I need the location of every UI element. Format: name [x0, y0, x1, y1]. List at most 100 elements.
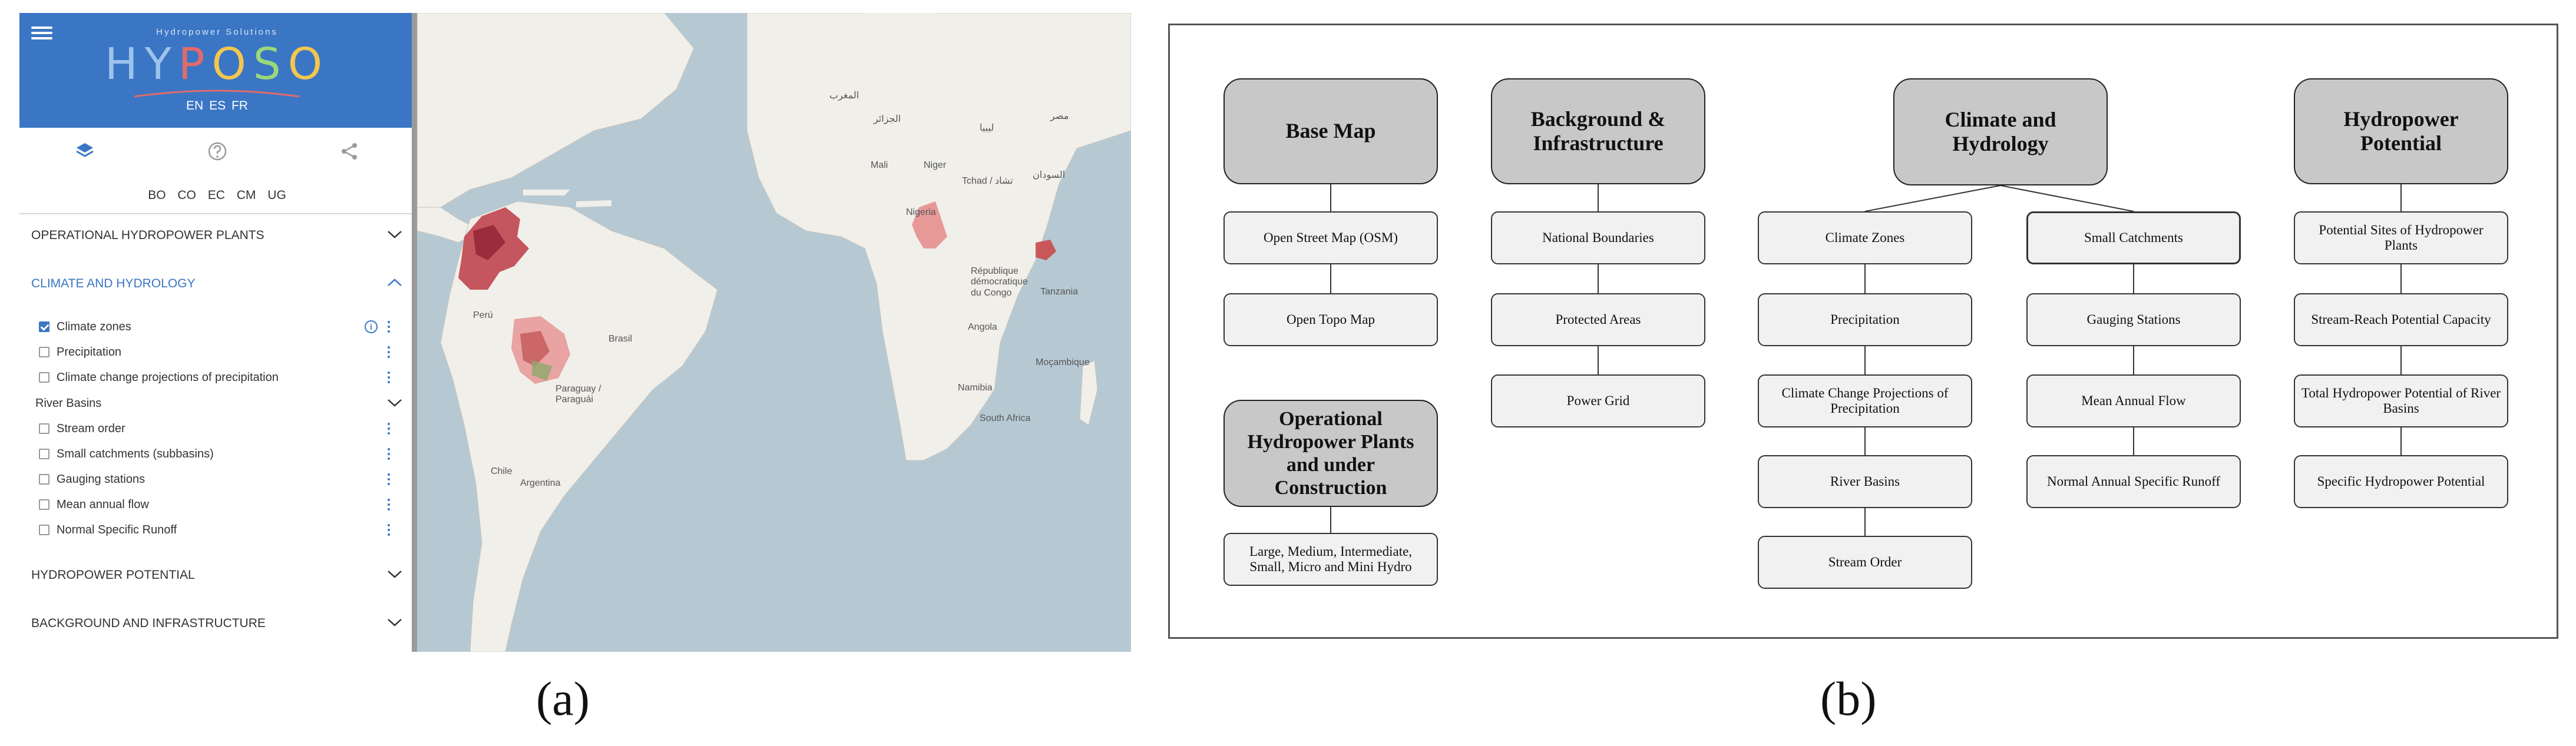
chevron-down-icon [388, 571, 402, 578]
more-options-icon[interactable] [387, 372, 391, 384]
mean-annual-flow-checkbox[interactable] [39, 499, 49, 510]
small-catchments-checkbox[interactable] [39, 449, 49, 459]
diagram-item: Specific Hydropower Potential [2294, 455, 2508, 508]
diagram-item: Stream-Reach Potential Capacity [2294, 293, 2508, 346]
diagram-head-hydropower: Hydropower Potential [2294, 78, 2508, 184]
logo-swoosh-icon [134, 89, 300, 98]
lang-fr[interactable]: FR [232, 99, 248, 112]
diagram-item: Open Street Map (OSM) [1223, 211, 1438, 264]
precipitation-checkbox[interactable] [39, 347, 49, 357]
country-bo[interactable]: BO [148, 188, 166, 202]
diagram-item: Open Topo Map [1223, 293, 1438, 346]
country-ug[interactable]: UG [267, 188, 286, 202]
map-label-tchad: Tchad / تشاد [962, 176, 1013, 186]
tool-tabs [19, 134, 415, 169]
country-ec[interactable]: EC [208, 188, 225, 202]
layer-label: Stream order [57, 422, 125, 435]
diagram-item: Climate Zones [1758, 211, 1972, 264]
chevron-down-icon [388, 399, 402, 407]
map-label-namibia: Namibia [958, 383, 993, 393]
diagram-item: Small Catchments [2026, 211, 2241, 264]
lang-es[interactable]: ES [209, 99, 226, 112]
section-title: OPERATIONAL HYDROPOWER PLANTS [31, 228, 264, 242]
map-label-mocambique: Moçambique [1036, 357, 1090, 367]
map-canvas [417, 13, 1131, 652]
section-background-infrastructure[interactable]: BACKGROUND AND INFRASTRUCTURE [31, 616, 402, 631]
section-title: HYDROPOWER POTENTIAL [31, 568, 195, 582]
diagram-item: Protected Areas [1491, 293, 1705, 346]
share-icon[interactable] [339, 141, 360, 162]
map-label-sudan: السودان [1033, 170, 1066, 180]
more-options-icon[interactable] [387, 321, 391, 334]
map-label-argentina: Argentina [520, 478, 561, 488]
diagram-head-background: Background & Infrastructure [1491, 78, 1705, 184]
more-options-icon[interactable] [387, 524, 391, 537]
layer-structure-diagram: Base Map Open Street Map (OSM) Open Topo… [1168, 24, 2558, 639]
map-view[interactable]: Perú Brasil Paraguay / Paraguái Chile Ar… [417, 13, 1131, 652]
more-options-icon[interactable] [387, 499, 391, 512]
app-header: Hydropower Solutions HYPOSO EN ES FR [19, 13, 415, 128]
map-label-mali: Mali [871, 160, 888, 170]
section-title: CLIMATE AND HYDROLOGY [31, 277, 196, 290]
map-label-tanzania: Tanzania [1040, 287, 1079, 297]
help-icon[interactable] [207, 141, 228, 162]
diagram-item: Large, Medium, Intermediate, Small, Micr… [1223, 533, 1438, 586]
map-label-algeria: الجزائر [874, 114, 901, 124]
layer-label: Precipitation [57, 346, 122, 359]
more-options-icon[interactable] [387, 423, 391, 436]
map-label-chile: Chile [491, 466, 512, 476]
chevron-down-icon [388, 231, 402, 238]
section-climate-hydrology[interactable]: CLIMATE AND HYDROLOGY [31, 277, 402, 291]
country-co[interactable]: CO [177, 188, 196, 202]
climate-zones-checkbox[interactable] [39, 321, 49, 332]
brand-subtitle: Hydropower Solutions [156, 27, 278, 37]
map-label-egypt: مصر [1050, 111, 1069, 121]
diagram-item: Power Grid [1491, 374, 1705, 427]
diagram-item: Gauging Stations [2026, 293, 2241, 346]
divider [19, 213, 415, 214]
country-selector: BO CO EC CM UG [19, 188, 415, 203]
diagram-head-climate: Climate and Hydrology [1893, 78, 2108, 185]
layer-small-catchments: Small catchments (subbasins) [39, 446, 392, 464]
country-cm[interactable]: CM [237, 188, 256, 202]
layer-climate-zones: Climate zones i [39, 319, 392, 337]
map-label-brasil: Brasil [609, 334, 633, 344]
more-options-icon[interactable] [387, 346, 391, 359]
stream-order-checkbox[interactable] [39, 423, 49, 434]
brand-logo: HYPOSO [105, 39, 329, 89]
more-options-icon[interactable] [387, 448, 391, 461]
diagram-item: National Boundaries [1491, 211, 1705, 264]
map-label-libya: ليبيا [980, 123, 994, 133]
normal-runoff-checkbox[interactable] [39, 525, 49, 535]
lang-en[interactable]: EN [186, 99, 203, 112]
more-options-icon[interactable] [387, 473, 391, 486]
group-river-basins[interactable]: River Basins [35, 397, 402, 410]
gauging-stations-checkbox[interactable] [39, 474, 49, 485]
layers-icon[interactable] [74, 141, 95, 162]
caption-a: (a) [536, 672, 590, 725]
layer-label: Normal Specific Runoff [57, 523, 177, 536]
info-icon[interactable]: i [365, 320, 378, 333]
diagram-item: River Basins [1758, 455, 1972, 508]
section-operational-plants[interactable]: OPERATIONAL HYDROPOWER PLANTS [31, 228, 402, 243]
map-label-paraguay: Paraguay / Paraguái [555, 384, 601, 405]
layer-precipitation: Precipitation [39, 344, 392, 362]
language-switcher: EN ES FR [19, 99, 415, 113]
section-hydropower-potential[interactable]: HYDROPOWER POTENTIAL [31, 568, 402, 582]
map-label-peru: Perú [473, 310, 493, 320]
layer-mean-annual-flow: Mean annual flow [39, 497, 392, 515]
caption-b: (b) [1820, 672, 1877, 725]
group-title: River Basins [35, 397, 102, 410]
layer-stream-order: Stream order [39, 421, 392, 439]
diagram-head-base-map: Base Map [1223, 78, 1438, 184]
layer-label: Small catchments (subbasins) [57, 447, 214, 460]
map-label-south-africa: South Africa [980, 413, 1031, 423]
climate-change-checkbox[interactable] [39, 372, 49, 383]
diagram-item: Climate Change Projections of Precipitat… [1758, 374, 1972, 427]
section-title: BACKGROUND AND INFRASTRUCTURE [31, 616, 266, 630]
diagram-item: Potential Sites of Hydropower Plants [2294, 211, 2508, 264]
diagram-item: Total Hydropower Potential of River Basi… [2294, 374, 2508, 427]
layer-climate-change-projections: Climate change projections of precipitat… [39, 370, 392, 387]
layer-label: Mean annual flow [57, 498, 149, 511]
layer-sidebar: Hydropower Solutions HYPOSO EN ES FR BO … [19, 13, 415, 652]
